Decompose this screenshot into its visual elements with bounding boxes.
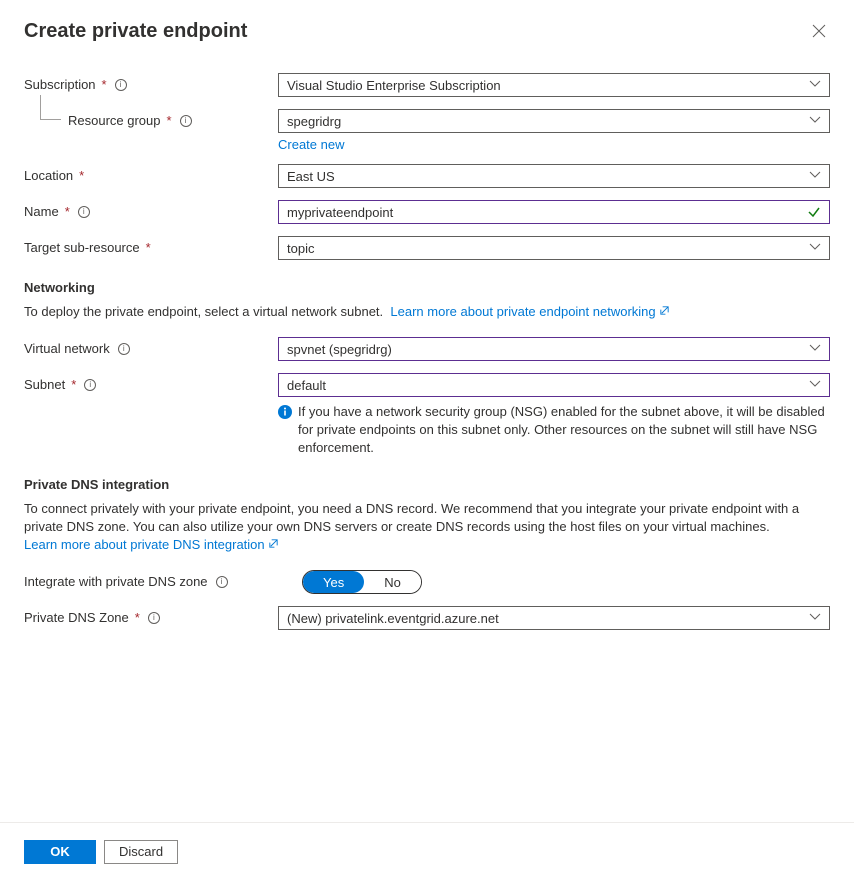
location-select[interactable]: East US (278, 164, 830, 188)
required-indicator: * (65, 204, 70, 219)
target-sub-resource-select[interactable]: topic (278, 236, 830, 260)
row-subscription: Subscription * i Visual Studio Enterpris… (24, 73, 830, 97)
info-icon[interactable]: i (148, 612, 160, 624)
row-integrate-dns: Integrate with private DNS zone i Yes No (24, 570, 830, 594)
private-dns-zone-select[interactable]: (New) privatelink.eventgrid.azure.net (278, 606, 830, 630)
info-icon[interactable]: i (118, 343, 130, 355)
required-indicator: * (79, 168, 84, 183)
section-dns-text: To connect privately with your private e… (24, 500, 830, 554)
info-solid-icon (278, 405, 292, 419)
required-indicator: * (135, 610, 140, 625)
label-subnet: Subnet * i (24, 373, 278, 392)
label-virtual-network: Virtual network i (24, 337, 278, 356)
check-icon (807, 205, 821, 222)
label-target-sub-resource: Target sub-resource * (24, 236, 278, 255)
external-link-icon (268, 537, 279, 552)
learn-more-dns-link[interactable]: Learn more about private DNS integration (24, 537, 279, 552)
row-private-dns-zone: Private DNS Zone * i (New) privatelink.e… (24, 606, 830, 630)
info-icon[interactable]: i (180, 115, 192, 127)
info-icon[interactable]: i (216, 576, 228, 588)
close-button[interactable] (808, 20, 830, 45)
row-virtual-network: Virtual network i spvnet (spegridrg) (24, 337, 830, 361)
subnet-info-note: If you have a network security group (NS… (278, 403, 830, 457)
discard-button[interactable]: Discard (104, 840, 178, 864)
toggle-yes[interactable]: Yes (303, 571, 364, 593)
required-indicator: * (102, 77, 107, 92)
section-dns-title: Private DNS integration (24, 477, 830, 492)
chevron-down-icon (809, 114, 821, 129)
label-private-dns-zone: Private DNS Zone * i (24, 606, 278, 625)
subscription-select[interactable]: Visual Studio Enterprise Subscription (278, 73, 830, 97)
required-indicator: * (71, 377, 76, 392)
row-resource-group: Resource group * i spegridrg Create new (24, 109, 830, 152)
create-private-endpoint-panel: Create private endpoint Subscription * i… (0, 0, 854, 630)
row-subnet: Subnet * i default If you have a network… (24, 373, 830, 457)
page-title: Create private endpoint (24, 20, 247, 43)
row-target-sub-resource: Target sub-resource * topic (24, 236, 830, 260)
chevron-down-icon (809, 611, 821, 626)
label-subscription: Subscription * i (24, 73, 278, 92)
info-icon[interactable]: i (78, 206, 90, 218)
external-link-icon (659, 304, 670, 319)
chevron-down-icon (809, 342, 821, 357)
row-location: Location * East US (24, 164, 830, 188)
create-new-link[interactable]: Create new (278, 137, 344, 152)
required-indicator: * (146, 240, 151, 255)
panel-footer: OK Discard (0, 822, 854, 880)
chevron-down-icon (809, 169, 821, 184)
panel-header: Create private endpoint (24, 20, 830, 45)
ok-button[interactable]: OK (24, 840, 96, 864)
close-icon (812, 26, 826, 41)
label-location: Location * (24, 164, 278, 183)
chevron-down-icon (809, 378, 821, 393)
name-input[interactable]: myprivateendpoint (278, 200, 830, 224)
virtual-network-select[interactable]: spvnet (spegridrg) (278, 337, 830, 361)
subnet-select[interactable]: default (278, 373, 830, 397)
chevron-down-icon (809, 241, 821, 256)
section-networking-text: To deploy the private endpoint, select a… (24, 303, 830, 321)
required-indicator: * (167, 113, 172, 128)
row-name: Name * i myprivateendpoint (24, 200, 830, 224)
resource-group-select[interactable]: spegridrg (278, 109, 830, 133)
info-icon[interactable]: i (115, 79, 127, 91)
section-networking-title: Networking (24, 280, 830, 295)
label-name: Name * i (24, 200, 278, 219)
learn-more-networking-link[interactable]: Learn more about private endpoint networ… (390, 304, 670, 319)
toggle-no[interactable]: No (364, 571, 421, 593)
label-integrate-dns: Integrate with private DNS zone i (24, 570, 302, 589)
chevron-down-icon (809, 78, 821, 93)
integrate-dns-toggle[interactable]: Yes No (302, 570, 422, 594)
label-resource-group: Resource group * i (24, 109, 278, 128)
info-icon[interactable]: i (84, 379, 96, 391)
